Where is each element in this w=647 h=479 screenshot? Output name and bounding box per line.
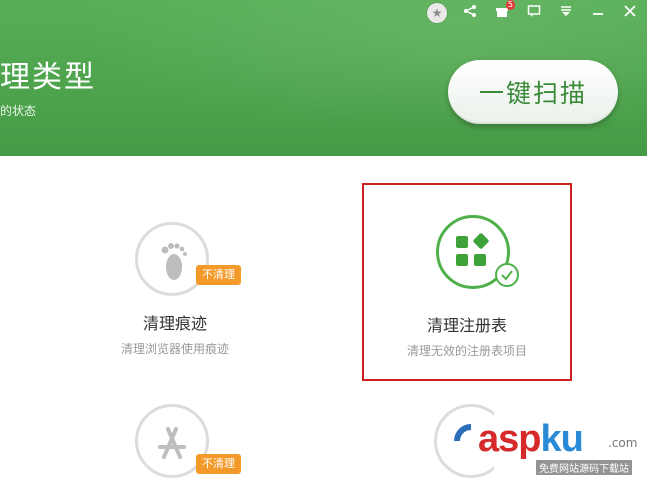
share-icon[interactable] bbox=[461, 2, 479, 20]
clean-traces-card[interactable]: 不清理 清理痕迹 清理浏览器使用痕迹 bbox=[90, 214, 260, 374]
no-clean-badge: 不清理 bbox=[196, 265, 241, 285]
card-title: 清理痕迹 bbox=[142, 314, 207, 333]
page-subtitle: 的状态 bbox=[0, 104, 37, 118]
title-bar-controls: ★ 5 bbox=[427, 0, 639, 23]
gift-icon[interactable]: 5 bbox=[493, 0, 515, 20]
one-click-scan-button[interactable]: 一键扫描 bbox=[448, 60, 618, 124]
app-clean-card[interactable]: 不清理 bbox=[90, 404, 260, 479]
card-title: 清理注册表 bbox=[426, 316, 507, 335]
card-description: 清理无效的注册表项目 bbox=[406, 344, 527, 358]
clean-registry-card[interactable]: 清理注册表 清理无效的注册表项目 bbox=[362, 183, 572, 381]
card-description: 清理浏览器使用痕迹 bbox=[120, 342, 229, 356]
minimize-icon[interactable] bbox=[589, 2, 607, 20]
menu-icon[interactable] bbox=[557, 2, 575, 20]
page-title: 理类型 bbox=[0, 60, 96, 95]
skin-icon[interactable]: ★ bbox=[427, 3, 447, 23]
watermark-domain: .com bbox=[608, 436, 638, 450]
header-banner: ★ 5 理类型 的状态 一键扫描 bbox=[0, 0, 647, 156]
watermark-logo: aspku .com 免费网站源码下载站 bbox=[478, 418, 643, 476]
watermark-subtitle: 免费网站源码下载站 bbox=[536, 460, 632, 475]
watermark-text: aspku bbox=[478, 418, 584, 460]
feedback-icon[interactable] bbox=[525, 2, 543, 20]
gift-badge: 5 bbox=[505, 0, 515, 10]
check-icon bbox=[495, 263, 519, 287]
no-clean-badge: 不清理 bbox=[196, 454, 241, 474]
close-icon[interactable] bbox=[621, 2, 639, 20]
